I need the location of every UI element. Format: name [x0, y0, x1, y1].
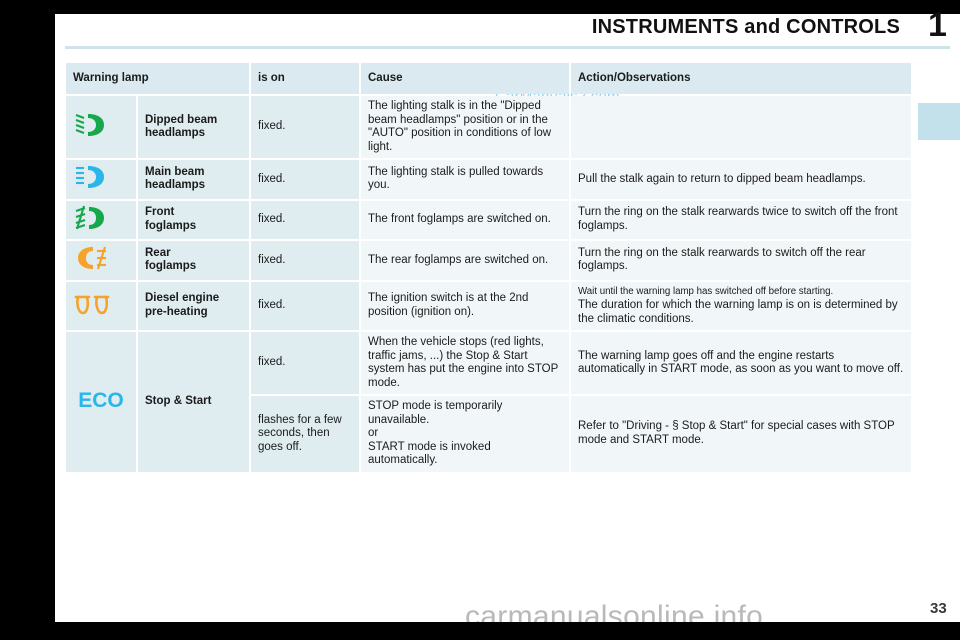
- warning-lamp-state: flashes for a few seconds, then goes off…: [251, 396, 359, 472]
- table-row: Main beam headlamps fixed. The lighting …: [66, 160, 911, 199]
- top-black-band: [55, 0, 960, 14]
- warning-lamp-cause: The lighting stalk is in the "Dipped bea…: [361, 96, 569, 158]
- table-row: ECO Stop & Start fixed. When the vehicle…: [66, 332, 911, 472]
- warning-lamp-icon-cell: [66, 241, 136, 280]
- warning-lamp-action: Refer to "Driving - § Stop & Start" for …: [571, 396, 911, 472]
- dipped-beam-headlamps-icon: [73, 112, 111, 138]
- warning-lamp-cause: The ignition switch is at the 2nd positi…: [361, 281, 569, 330]
- main-beam-headlamps-icon: [73, 164, 111, 190]
- side-tab-marker: [918, 103, 960, 140]
- warning-lamp-action: Turn the ring on the stalk rearwards to …: [571, 241, 911, 280]
- warning-lamp-cause: STOP mode is temporarily unavailable. or…: [361, 396, 569, 472]
- warning-lamp-icon-cell: [66, 281, 136, 330]
- warning-lamp-cause: The front foglamps are switched on.: [361, 200, 569, 239]
- warning-lamp-action-note: Wait until the warning lamp has switched…: [578, 285, 834, 297]
- warning-lamp-state: fixed.: [251, 241, 359, 280]
- warning-lamp-state: fixed.: [251, 281, 359, 330]
- warning-lamp-state: fixed.: [251, 160, 359, 199]
- warning-lamp-state: fixed.: [251, 200, 359, 239]
- warning-lamp-icon-cell: [66, 160, 136, 199]
- table-header-row: Warning lamp is on Cause Action/Observat…: [66, 63, 911, 94]
- rear-foglamps-icon: [73, 245, 111, 271]
- warning-lamps-table: Warning lamp is on Cause Action/Observat…: [64, 61, 913, 474]
- warning-lamp-icon-cell: [66, 200, 136, 239]
- warning-lamp-cause: The rear foglamps are switched on.: [361, 241, 569, 280]
- warning-lamp-action: Pull the stalk again to return to dipped…: [571, 160, 911, 199]
- warning-lamp-action: Turn the ring on the stalk rearwards twi…: [571, 200, 911, 239]
- warning-lamp-state: fixed.: [251, 332, 359, 394]
- manual-page: INSTRUMENTS and CONTROLS 1 CarManuals2.c…: [55, 0, 960, 640]
- diesel-preheating-icon: [73, 291, 111, 317]
- table-row: Front foglamps fixed. The front foglamps…: [66, 200, 911, 239]
- eco-stop-start-icon: ECO: [73, 387, 129, 413]
- warning-lamp-name: Front foglamps: [138, 200, 249, 239]
- warning-lamp-state: fixed.: [251, 96, 359, 158]
- warning-lamp-name: Rear foglamps: [138, 241, 249, 280]
- warning-lamp-name: Stop & Start: [138, 332, 249, 472]
- column-header-is-on: is on: [251, 63, 359, 94]
- warning-lamp-icon-cell: ECO: [66, 332, 136, 472]
- front-foglamps-icon: [73, 205, 111, 231]
- warning-lamp-action: The warning lamp goes off and the engine…: [571, 332, 911, 394]
- warning-lamp-action: [571, 96, 911, 158]
- column-header-cause: Cause: [361, 63, 569, 94]
- table-row: Diesel engine pre-heating fixed. The ign…: [66, 281, 911, 330]
- warning-lamp-cause: When the vehicle stops (red lights, traf…: [361, 332, 569, 394]
- bottom-black-band: [55, 622, 960, 640]
- column-header-action: Action/Observations: [571, 63, 911, 94]
- page-title: INSTRUMENTS and CONTROLS: [591, 16, 900, 38]
- warning-lamp-action: The duration for which the warning lamp …: [578, 299, 898, 325]
- warning-lamp-action-cell: Wait until the warning lamp has switched…: [571, 281, 911, 330]
- chapter-number: 1: [928, 6, 947, 44]
- header-divider: [65, 46, 950, 49]
- warning-lamp-name: Main beam headlamps: [138, 160, 249, 199]
- column-header-warning-lamp: Warning lamp: [66, 63, 249, 94]
- page-number: 33: [930, 600, 947, 617]
- svg-text:ECO: ECO: [78, 389, 124, 412]
- table-row: Rear foglamps fixed. The rear foglamps a…: [66, 241, 911, 280]
- warning-lamp-name: Diesel engine pre-heating: [138, 281, 249, 330]
- warning-lamp-cause: The lighting stalk is pulled towards you…: [361, 160, 569, 199]
- table-row: Dipped beam headlamps fixed. The lightin…: [66, 96, 911, 158]
- warning-lamp-icon-cell: [66, 96, 136, 158]
- warning-lamp-name: Dipped beam headlamps: [138, 96, 249, 158]
